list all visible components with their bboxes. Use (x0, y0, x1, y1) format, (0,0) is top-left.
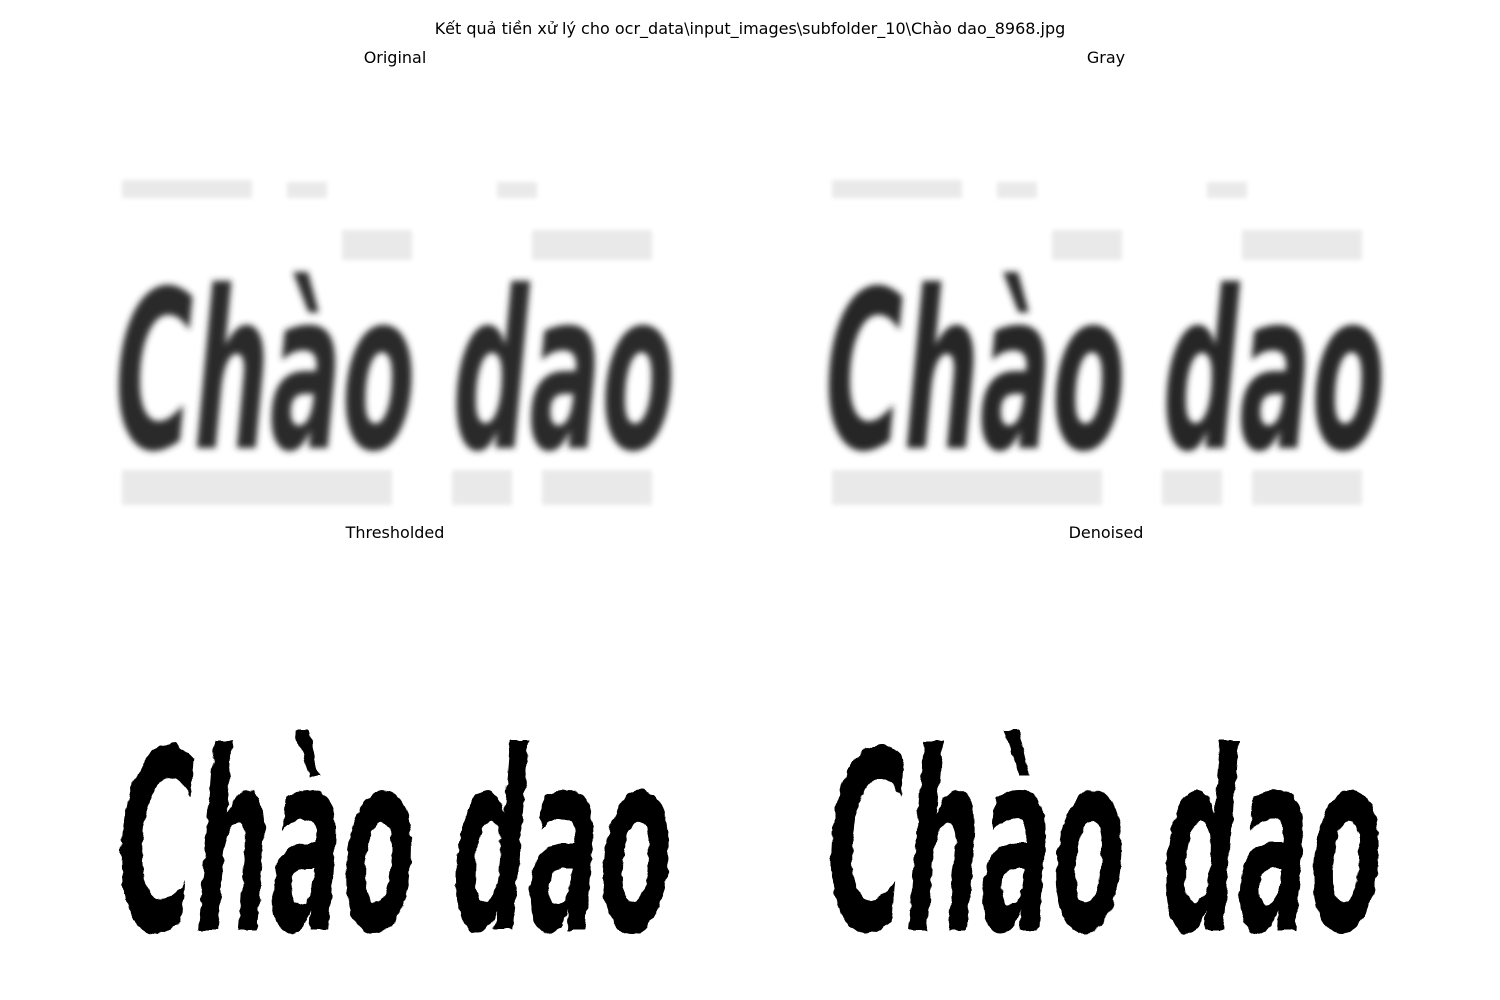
word-image-thresholded: Chào dao (118, 698, 673, 955)
word-text-gray: Chào dao (825, 244, 1385, 500)
figure-title: Kết quả tiền xử lý cho ocr_data\input_im… (434, 19, 1066, 38)
image-panel-gray: Chào dao (812, 170, 1398, 515)
word-image-original: Chào dao (115, 180, 675, 505)
word-text-denoised: Chào dao (828, 698, 1383, 955)
word-text-thresholded: Chào dao (118, 698, 673, 955)
panel-title-thresholded: Thresholded (345, 523, 445, 542)
word-image-gray: Chào dao (825, 180, 1385, 505)
panel-title-original: Original (363, 48, 427, 67)
panel-title-denoised: Denoised (1068, 523, 1144, 542)
image-panel-thresholded: Chào dao (102, 680, 688, 955)
word-text-original: Chào dao (115, 244, 675, 500)
panel-title-gray: Gray (1086, 48, 1126, 67)
word-image-denoised: Chào dao (828, 698, 1383, 955)
image-panel-denoised: Chào dao (812, 680, 1398, 955)
image-panel-original: Chào dao (102, 170, 688, 515)
